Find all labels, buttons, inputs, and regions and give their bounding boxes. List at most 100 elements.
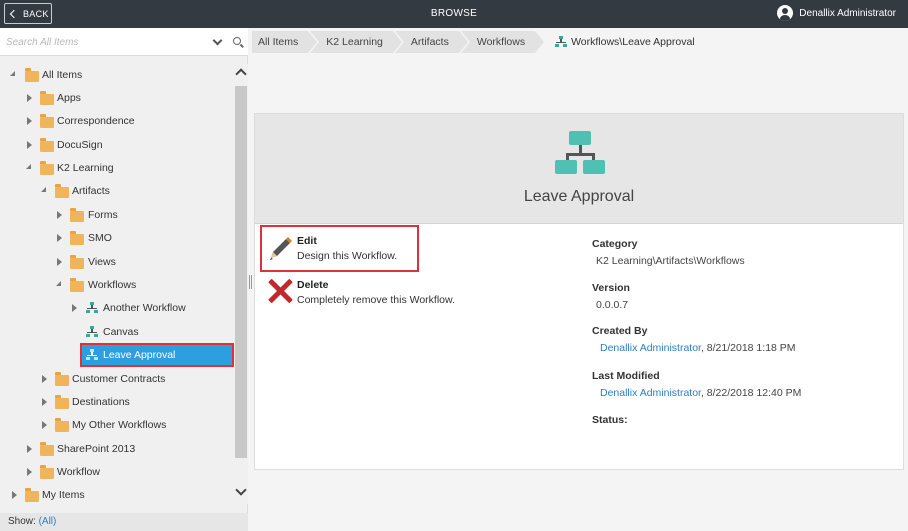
breadcrumb-workflows[interactable]: Workflows	[460, 31, 547, 53]
last-modified-label: Last Modified	[592, 370, 660, 382]
expand-right-icon[interactable]	[27, 94, 32, 102]
workflow-icon	[86, 349, 98, 361]
tree-item-workflows[interactable]: Workflows	[0, 275, 234, 295]
my-items-folder-icon	[25, 488, 39, 502]
back-button-label: BACK	[23, 8, 49, 19]
scroll-up-icon[interactable]	[235, 68, 247, 80]
category-label: Category	[592, 238, 638, 250]
tree-label: Customer Contracts	[72, 373, 166, 385]
breadcrumb-artifacts[interactable]: Artifacts	[394, 31, 470, 53]
expand-right-icon[interactable]	[42, 398, 47, 406]
expand-down-icon[interactable]	[56, 281, 61, 286]
last-modified-value: Denallix Administrator, 8/22/2018 12:40 …	[592, 387, 801, 399]
folder-icon	[40, 465, 54, 479]
scroll-thumb[interactable]	[235, 86, 247, 458]
tree-item-my-other-workflows[interactable]: My Other Workflows	[0, 415, 234, 435]
pane-splitter[interactable]	[249, 275, 252, 289]
tree-item-artifacts[interactable]: Artifacts	[0, 181, 234, 201]
tree-item-destinations[interactable]: Destinations	[0, 392, 234, 412]
tree-item-another-workflow[interactable]: Another Workflow	[0, 298, 234, 318]
expand-right-icon[interactable]	[42, 421, 47, 429]
expand-right-icon[interactable]	[27, 117, 32, 125]
delete-icon[interactable]	[267, 278, 293, 304]
expand-right-icon[interactable]	[12, 491, 17, 499]
chevron-down-icon[interactable]	[212, 35, 223, 46]
expand-right-icon[interactable]	[27, 468, 32, 476]
card-header: Leave Approval	[255, 114, 903, 224]
tree-item-apps[interactable]: Apps	[0, 88, 234, 108]
delete-action[interactable]: Delete Completely remove this Workflow.	[297, 279, 455, 306]
left-pane: All Items Apps Correspondence DocuSign K…	[0, 28, 248, 531]
breadcrumb-all-items[interactable]: All Items	[252, 31, 320, 53]
folder-icon	[70, 255, 84, 269]
tree-item-k2-learning[interactable]: K2 Learning	[0, 158, 234, 178]
expand-right-icon[interactable]	[57, 258, 62, 266]
folder-icon	[40, 161, 54, 175]
breadcrumb: All Items K2 Learning Artifacts Workflow…	[252, 31, 695, 53]
delete-action-title[interactable]: Delete	[297, 279, 455, 291]
tree-item-my-items[interactable]: My Items	[0, 485, 234, 505]
expand-right-icon[interactable]	[42, 375, 47, 383]
folder-icon	[70, 278, 84, 292]
tree-label: Destinations	[72, 396, 130, 408]
edit-action-description[interactable]: Design this Workflow.	[297, 250, 397, 262]
tree-scrollbar[interactable]	[234, 64, 248, 504]
tree-item-leave-approval[interactable]: Leave Approval	[0, 343, 234, 367]
breadcrumb-current-label: Workflows\Leave Approval	[571, 36, 695, 48]
modified-date: , 8/22/2018 12:40 PM	[700, 387, 802, 399]
version-section: Version 0.0.0.7	[592, 282, 630, 311]
expand-right-icon[interactable]	[57, 234, 62, 242]
expand-right-icon[interactable]	[57, 211, 62, 219]
expand-right-icon[interactable]	[27, 445, 32, 453]
modified-by-user-link[interactable]: Denallix Administrator	[600, 387, 701, 399]
tree-item-views[interactable]: Views	[0, 252, 234, 272]
edit-action[interactable]: Edit Design this Workflow.	[297, 235, 397, 262]
folder-icon	[70, 208, 84, 222]
search-icon[interactable]	[233, 37, 241, 45]
workflow-icon	[86, 302, 98, 314]
tree-label: Workflows	[88, 279, 137, 291]
show-label: Show:	[8, 516, 36, 527]
tree-item-all-items[interactable]: All Items	[0, 65, 234, 85]
tree-item-docusign[interactable]: DocuSign	[0, 135, 234, 155]
category-section: Category K2 Learning\Artifacts\Workflows	[592, 238, 745, 267]
tree-label: SharePoint 2013	[57, 443, 136, 455]
tree-label: My Items	[42, 489, 85, 501]
folder-icon	[55, 184, 69, 198]
user-menu[interactable]: Denallix Administrator	[777, 5, 896, 21]
expand-right-icon[interactable]	[27, 141, 32, 149]
tree-label: All Items	[42, 69, 83, 81]
status-label: Status:	[592, 414, 628, 426]
search-input[interactable]	[6, 33, 206, 51]
tree-label: Artifacts	[72, 185, 110, 197]
expand-down-icon[interactable]	[26, 164, 31, 169]
tree-item-canvas[interactable]: Canvas	[0, 322, 234, 342]
version-value: 0.0.0.7	[596, 299, 629, 311]
last-modified-section: Last Modified Denallix Administrator, 8/…	[592, 370, 801, 399]
chevron-left-icon	[9, 9, 19, 18]
category-tree: All Items Apps Correspondence DocuSign K…	[0, 64, 234, 504]
page-title: BROWSE	[430, 8, 478, 19]
tree-item-forms[interactable]: Forms	[0, 205, 234, 225]
edit-action-title[interactable]: Edit	[297, 235, 397, 247]
delete-action-description[interactable]: Completely remove this Workflow.	[297, 294, 455, 306]
created-by-date: , 8/21/2018 1:18 PM	[700, 342, 796, 354]
back-button[interactable]: BACK	[4, 3, 52, 24]
folder-icon	[40, 114, 54, 128]
created-by-user-link[interactable]: Denallix Administrator	[600, 342, 701, 354]
breadcrumb-k2-learning[interactable]: K2 Learning	[310, 31, 404, 53]
tree-item-sharepoint-2013[interactable]: SharePoint 2013	[0, 439, 234, 459]
pencil-icon[interactable]	[267, 236, 293, 262]
show-all-link[interactable]: (All)	[39, 516, 57, 527]
scroll-down-icon[interactable]	[235, 484, 247, 496]
tree-item-correspondence[interactable]: Correspondence	[0, 111, 234, 131]
tree-item-smo[interactable]: SMO	[0, 228, 234, 248]
expand-down-icon[interactable]	[41, 187, 46, 192]
tree-label: DocuSign	[57, 139, 103, 151]
folder-icon	[40, 138, 54, 152]
tree-item-workflow[interactable]: Workflow	[0, 462, 234, 482]
expand-right-icon[interactable]	[72, 304, 77, 312]
tree-item-customer-contracts[interactable]: Customer Contracts	[0, 369, 234, 389]
all-items-folder-icon	[25, 68, 39, 82]
expand-down-icon[interactable]	[10, 71, 15, 76]
